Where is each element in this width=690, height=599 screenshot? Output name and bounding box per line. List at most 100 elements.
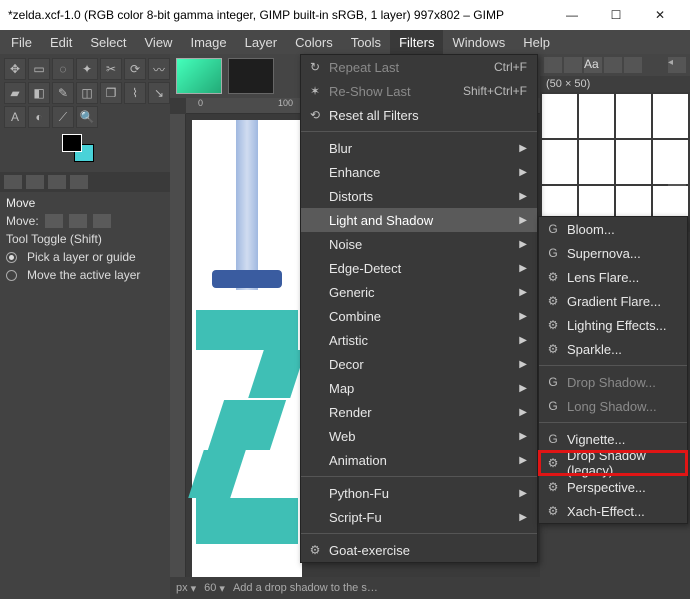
menuitem-long-shadow[interactable]: GLong Shadow... (539, 394, 687, 418)
submenu-enhance[interactable]: Enhance▶ (301, 160, 537, 184)
picker-icon[interactable]: ◐ (28, 106, 50, 128)
eraser-icon[interactable]: ◫ (76, 82, 98, 104)
submenu-blur[interactable]: Blur▶ (301, 136, 537, 160)
bucket-icon[interactable]: ▰ (4, 82, 26, 104)
brush-item[interactable] (653, 94, 688, 138)
dock-tab-icon[interactable] (4, 175, 22, 189)
submenu-map[interactable]: Map▶ (301, 376, 537, 400)
measure-icon[interactable]: ⟋ (52, 106, 74, 128)
canvas[interactable] (192, 120, 302, 580)
brush-item[interactable] (579, 140, 614, 184)
maximize-button[interactable]: ☐ (594, 0, 638, 30)
menuitem-reset-filters[interactable]: ⟲Reset all Filters (301, 103, 537, 127)
menu-select[interactable]: Select (81, 30, 135, 54)
menu-edit[interactable]: Edit (41, 30, 81, 54)
submenu-python-fu[interactable]: Python-Fu▶ (301, 481, 537, 505)
smudge-icon[interactable]: ⌇ (124, 82, 146, 104)
menu-view[interactable]: View (136, 30, 182, 54)
submenu-noise[interactable]: Noise▶ (301, 232, 537, 256)
menuitem-lighting-effects[interactable]: ⚙Lighting Effects... (539, 313, 687, 337)
menu-help[interactable]: Help (514, 30, 559, 54)
dock-tab-icon[interactable] (48, 175, 66, 189)
menuitem-perspective[interactable]: ⚙Perspective... (539, 475, 687, 499)
image-thumb[interactable] (176, 58, 222, 94)
menuitem-repeat-last[interactable]: ↻Repeat LastCtrl+F (301, 55, 537, 79)
menu-tools[interactable]: Tools (342, 30, 390, 54)
brushes-tab-icon[interactable] (544, 57, 562, 73)
brush-item[interactable] (616, 140, 651, 184)
move-mode-layer-icon[interactable] (45, 214, 63, 228)
misc-tab-icon[interactable] (624, 57, 642, 73)
menu-filters[interactable]: Filters (390, 30, 443, 54)
pencil-icon[interactable]: ✎ (52, 82, 74, 104)
menu-windows[interactable]: Windows (443, 30, 514, 54)
minimize-button[interactable]: — (550, 0, 594, 30)
submenu-render[interactable]: Render▶ (301, 400, 537, 424)
brush-item[interactable] (579, 94, 614, 138)
gear-icon: ⚙ (545, 294, 561, 308)
configure-tab-icon[interactable]: ◂ (668, 57, 686, 73)
menuitem-bloom[interactable]: GBloom... (539, 217, 687, 241)
window-title: *zelda.xcf-1.0 (RGB color 8-bit gamma in… (8, 8, 550, 22)
crop-icon[interactable]: ✂ (100, 58, 122, 80)
brush-item[interactable] (542, 140, 577, 184)
radio-pick-layer[interactable]: Pick a layer or guide (0, 248, 170, 266)
menuitem-drop-shadow[interactable]: GDrop Shadow... (539, 370, 687, 394)
brush-item[interactable] (616, 94, 651, 138)
warp-icon[interactable]: 〰 (148, 58, 170, 80)
dock-tab-icon[interactable] (26, 175, 44, 189)
menuitem-supernova[interactable]: GSupernova... (539, 241, 687, 265)
radio-move-active[interactable]: Move the active layer (0, 266, 170, 284)
move-tool-icon[interactable]: ✥ (4, 58, 26, 80)
submenu-web[interactable]: Web▶ (301, 424, 537, 448)
menuitem-xach-effect[interactable]: ⚙Xach-Effect... (539, 499, 687, 523)
path-icon[interactable]: ↘ (148, 82, 170, 104)
fonts-tab-icon[interactable]: Aa (584, 57, 602, 73)
patterns-tab-icon[interactable] (564, 57, 582, 73)
menuitem-lens-flare[interactable]: ⚙Lens Flare... (539, 265, 687, 289)
fuzzy-select-icon[interactable]: ✦ (76, 58, 98, 80)
menu-colors[interactable]: Colors (286, 30, 342, 54)
rotate-icon[interactable]: ⟳ (124, 58, 146, 80)
zoom-dropdown[interactable]: 60▾ (204, 582, 225, 595)
submenu-combine[interactable]: Combine▶ (301, 304, 537, 328)
submenu-generic[interactable]: Generic▶ (301, 280, 537, 304)
tool-options-title: Move (0, 192, 170, 212)
menu-layer[interactable]: Layer (236, 30, 287, 54)
menuitem-drop-shadow-legacy[interactable]: ⚙Drop Shadow (legacy)... (539, 451, 687, 475)
menuitem-gradient-flare[interactable]: ⚙Gradient Flare... (539, 289, 687, 313)
move-mode-path-icon[interactable] (93, 214, 111, 228)
fg-bg-colors[interactable] (62, 134, 100, 162)
submenu-artistic[interactable]: Artistic▶ (301, 328, 537, 352)
fg-color-swatch[interactable] (62, 134, 82, 152)
brush-item[interactable] (653, 140, 688, 184)
menu-file[interactable]: File (2, 30, 41, 54)
submenu-distorts[interactable]: Distorts▶ (301, 184, 537, 208)
move-mode-selection-icon[interactable] (69, 214, 87, 228)
rect-select-icon[interactable]: ▭ (28, 58, 50, 80)
filters-dropdown: ↻Repeat LastCtrl+F ✶Re-Show LastShift+Ct… (300, 54, 538, 563)
submenu-edge-detect[interactable]: Edge-Detect▶ (301, 256, 537, 280)
unit-dropdown[interactable]: px▾ (176, 582, 196, 595)
tool-grid: ✥ ▭ ◌ ✦ ✂ ⟳ 〰 ▰ ◧ ✎ ◫ ❐ ⌇ ↘ A ◐ ⟋ 🔍 (0, 54, 170, 130)
gradient-icon[interactable]: ◧ (28, 82, 50, 104)
menuitem-reshow-last[interactable]: ✶Re-Show LastShift+Ctrl+F (301, 79, 537, 103)
ruler-vertical (170, 114, 186, 599)
submenu-script-fu[interactable]: Script-Fu▶ (301, 505, 537, 529)
free-select-icon[interactable]: ◌ (52, 58, 74, 80)
clone-icon[interactable]: ❐ (100, 82, 122, 104)
canvas-artwork (212, 270, 282, 288)
menuitem-sparkle[interactable]: ⚙Sparkle... (539, 337, 687, 361)
submenu-animation[interactable]: Animation▶ (301, 448, 537, 472)
menu-image[interactable]: Image (181, 30, 235, 54)
zoom-icon[interactable]: 🔍 (76, 106, 98, 128)
text-icon[interactable]: A (4, 106, 26, 128)
menuitem-goat-exercise[interactable]: ⚙Goat-exercise (301, 538, 537, 562)
history-tab-icon[interactable] (604, 57, 622, 73)
submenu-light-and-shadow[interactable]: Light and Shadow▶ (301, 208, 537, 232)
close-button[interactable]: ✕ (638, 0, 682, 30)
dock-tab-icon[interactable] (70, 175, 88, 189)
submenu-decor[interactable]: Decor▶ (301, 352, 537, 376)
brush-item[interactable] (542, 94, 577, 138)
image-thumb[interactable] (228, 58, 274, 94)
